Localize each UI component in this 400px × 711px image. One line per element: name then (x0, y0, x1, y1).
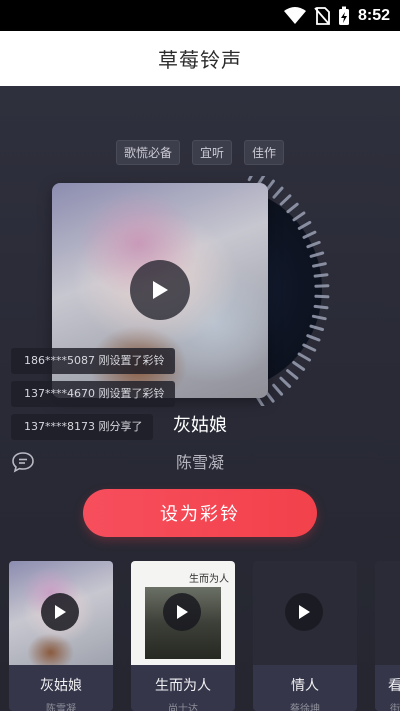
card-title: 生而为人 (155, 678, 211, 694)
card-artist: 蔡徐坤 (290, 704, 320, 711)
song-card[interactable]: 看 街 (375, 561, 400, 711)
song-card[interactable]: 生而为人 生而为人 尚士达 (131, 561, 235, 711)
tag[interactable]: 佳作 (244, 140, 285, 165)
wifi-icon (283, 7, 306, 24)
ring-tick (302, 230, 317, 239)
player-area: 歌慌必备 宜听 佳作 186****5087 刚设置了彩铃 137****467… (0, 86, 400, 711)
card-play-button[interactable] (163, 593, 201, 631)
ring-tick (313, 273, 329, 278)
ring-tick (272, 383, 284, 396)
tag-list: 歌慌必备 宜听 佳作 (0, 140, 400, 165)
title-bar: 草莓铃声 (0, 31, 400, 86)
ring-tick (286, 202, 299, 214)
play-icon (177, 605, 188, 619)
play-icon (153, 281, 168, 299)
card-title: 情人 (291, 678, 319, 694)
ring-tick (297, 352, 311, 362)
status-bar: 8:52 (0, 0, 400, 31)
ring-tick (286, 369, 299, 380)
song-carousel: 灰姑娘 陈雪凝 生而为人 生而为人 尚士达 情人 蔡徐坤 看 街 (0, 561, 400, 711)
card-play-button[interactable] (285, 593, 323, 631)
activity-notification: 186****5087 刚设置了彩铃 (11, 348, 175, 374)
activity-notification: 137****4670 刚设置了彩铃 (11, 381, 175, 407)
card-artist: 陈雪凝 (46, 704, 76, 711)
cover-caption: 生而为人 (189, 574, 229, 585)
ring-tick (311, 314, 327, 321)
card-cover (375, 561, 400, 665)
ring-tick (279, 194, 292, 206)
ring-tick (247, 176, 253, 182)
ring-tick (309, 324, 324, 331)
ring-tick (292, 361, 306, 371)
ring-tick (292, 211, 306, 222)
play-icon (299, 605, 310, 619)
status-time: 8:52 (357, 7, 390, 24)
set-ringtone-button[interactable]: 设为彩铃 (83, 489, 317, 537)
ring-tick (272, 186, 284, 199)
ring-tick (312, 262, 327, 268)
battery-charging-icon (338, 6, 349, 25)
card-title: 看 (388, 678, 400, 694)
ring-tick (297, 220, 312, 230)
no-sim-icon (314, 7, 330, 25)
ring-tick (256, 395, 265, 406)
ring-tick (306, 334, 321, 342)
ring-tick (309, 251, 325, 258)
tag[interactable]: 宜听 (191, 140, 232, 165)
song-card[interactable]: 情人 蔡徐坤 (253, 561, 357, 711)
page-title: 草莓铃声 (158, 48, 242, 72)
play-icon (55, 605, 66, 619)
tag[interactable]: 歌慌必备 (115, 140, 180, 165)
ring-tick (314, 294, 330, 299)
artist-name: 陈雪凝 (175, 453, 224, 472)
card-play-button[interactable] (41, 593, 79, 631)
ring-tick (313, 304, 329, 310)
ring-tick (302, 343, 317, 352)
song-title: 灰姑娘 (173, 415, 227, 436)
comment-icon[interactable] (11, 451, 35, 473)
card-artist: 街 (390, 704, 400, 711)
song-card[interactable]: 灰姑娘 陈雪凝 (9, 561, 113, 711)
ring-tick (314, 284, 330, 288)
play-button[interactable] (130, 260, 190, 320)
ring-tick (306, 240, 321, 249)
status-icons: 8:52 (283, 4, 390, 28)
card-artist: 尚士达 (168, 704, 198, 711)
card-title: 灰姑娘 (40, 678, 82, 694)
ring-tick (279, 376, 292, 388)
